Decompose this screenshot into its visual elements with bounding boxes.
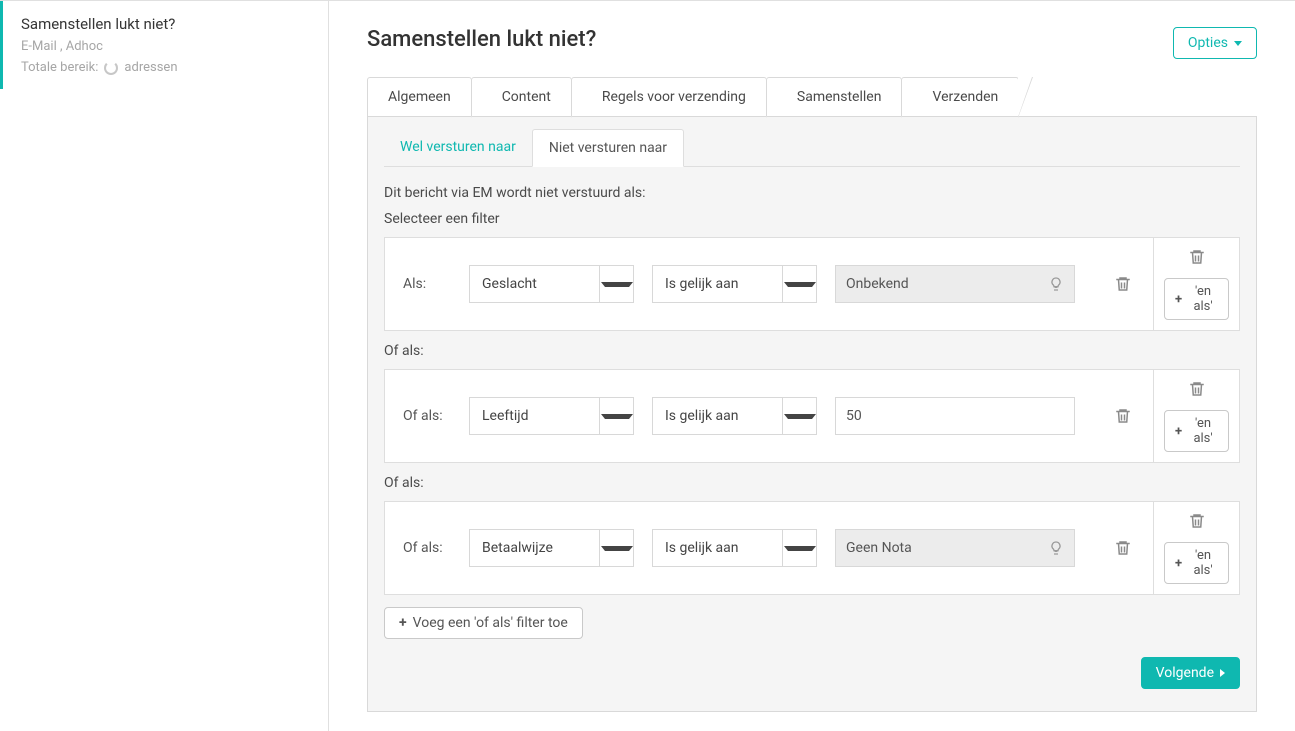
plus-icon: + xyxy=(1175,424,1182,439)
operator-select[interactable]: Is gelijk aan xyxy=(652,265,817,303)
trash-icon[interactable] xyxy=(1114,275,1132,293)
sidebar-meta: E-Mail , Adhoc xyxy=(21,39,310,54)
trash-icon[interactable] xyxy=(1188,380,1206,398)
operator-select-value: Is gelijk aan xyxy=(653,540,750,556)
rule-label: Als: xyxy=(403,276,451,292)
trash-icon[interactable] xyxy=(1114,539,1132,557)
add-en-als-label: 'en als' xyxy=(1188,548,1218,578)
add-en-als-label: 'en als' xyxy=(1188,416,1218,446)
caret-down-icon xyxy=(1234,41,1242,46)
value-readonly: Onbekend xyxy=(835,265,1075,303)
sidebar-reach-unit: adressen xyxy=(124,60,177,75)
of-als-heading: Of als: xyxy=(368,475,1256,501)
chevron-down-icon xyxy=(601,414,633,419)
lead-text: Dit bericht via EM wordt niet verstuurd … xyxy=(368,167,1256,211)
lightbulb-icon[interactable] xyxy=(1048,276,1064,292)
subtab-bar: Wel versturen naar Niet versturen naar xyxy=(384,117,1240,167)
tab-samenstellen[interactable]: Samenstellen xyxy=(766,77,903,116)
chevron-down-icon xyxy=(784,282,816,287)
add-of-als-label: Voeg een 'of als' filter toe xyxy=(413,615,568,631)
plus-icon: + xyxy=(1175,292,1182,307)
field-select-value: Geslacht xyxy=(470,276,549,292)
tab-pane: Wel versturen naar Niet versturen naar D… xyxy=(367,117,1257,712)
field-select[interactable]: Geslacht xyxy=(469,265,634,303)
add-en-als-button[interactable]: + 'en als' xyxy=(1164,410,1229,452)
rule-label: Of als: xyxy=(403,408,451,424)
tab-bar: Algemeen Content Regels voor verzending … xyxy=(367,77,1257,117)
operator-select[interactable]: Is gelijk aan xyxy=(652,529,817,567)
chevron-down-icon xyxy=(601,282,633,287)
field-select-value: Leeftijd xyxy=(470,408,540,424)
next-button[interactable]: Volgende xyxy=(1141,657,1240,689)
chevron-right-icon xyxy=(1220,669,1225,677)
value-text: Onbekend xyxy=(846,276,909,292)
tab-regels[interactable]: Regels voor verzending xyxy=(571,77,767,116)
operator-select[interactable]: Is gelijk aan xyxy=(652,397,817,435)
operator-select-value: Is gelijk aan xyxy=(653,408,750,424)
next-button-label: Volgende xyxy=(1156,665,1214,681)
filter-rule: Als: Geslacht Is gelijk aan Onbekend xyxy=(384,237,1240,331)
plus-icon: + xyxy=(399,615,407,631)
of-als-heading: Of als: xyxy=(368,343,1256,369)
operator-select-value: Is gelijk aan xyxy=(653,276,750,292)
lightbulb-icon[interactable] xyxy=(1048,540,1064,556)
options-button-label: Opties xyxy=(1188,35,1228,51)
rule-label: Of als: xyxy=(403,540,451,556)
subtab-wel-versturen[interactable]: Wel versturen naar xyxy=(384,129,532,166)
add-en-als-button[interactable]: + 'en als' xyxy=(1164,278,1229,320)
value-readonly: Geen Nota xyxy=(835,529,1075,567)
filter-rule: Of als: Leeftijd Is gelijk aan xyxy=(384,369,1240,463)
options-button[interactable]: Opties xyxy=(1173,27,1257,59)
tab-content[interactable]: Content xyxy=(471,77,572,116)
trash-icon[interactable] xyxy=(1188,512,1206,530)
tab-algemeen[interactable]: Algemeen xyxy=(367,77,472,116)
main: Samenstellen lukt niet? Opties Algemeen … xyxy=(329,1,1295,731)
field-select[interactable]: Leeftijd xyxy=(469,397,634,435)
sidebar-card: Samenstellen lukt niet? E-Mail , Adhoc T… xyxy=(0,1,328,89)
add-en-als-button[interactable]: + 'en als' xyxy=(1164,542,1229,584)
trash-icon[interactable] xyxy=(1188,248,1206,266)
trash-icon[interactable] xyxy=(1114,407,1132,425)
chevron-down-icon xyxy=(784,414,816,419)
value-input[interactable] xyxy=(835,397,1075,435)
sidebar-reach-label: Totale bereik: xyxy=(21,60,98,75)
sidebar-title: Samenstellen lukt niet? xyxy=(21,15,310,33)
chevron-down-icon xyxy=(601,546,633,551)
sidebar: Samenstellen lukt niet? E-Mail , Adhoc T… xyxy=(0,1,329,731)
add-of-als-button[interactable]: + Voeg een 'of als' filter toe xyxy=(384,607,583,639)
filter-header: Selecteer een filter xyxy=(368,211,1256,237)
plus-icon: + xyxy=(1175,556,1182,571)
value-text: Geen Nota xyxy=(846,540,912,556)
subtab-niet-versturen[interactable]: Niet versturen naar xyxy=(532,129,684,167)
filter-rule: Of als: Betaalwijze Is gelijk aan Geen N… xyxy=(384,501,1240,595)
field-select[interactable]: Betaalwijze xyxy=(469,529,634,567)
sidebar-reach: Totale bereik: adressen xyxy=(21,60,310,75)
tab-verzenden[interactable]: Verzenden xyxy=(901,77,1019,116)
spinner-icon xyxy=(104,61,118,75)
chevron-down-icon xyxy=(784,546,816,551)
add-en-als-label: 'en als' xyxy=(1188,284,1218,314)
page-title: Samenstellen lukt niet? xyxy=(367,27,596,52)
field-select-value: Betaalwijze xyxy=(470,540,565,556)
